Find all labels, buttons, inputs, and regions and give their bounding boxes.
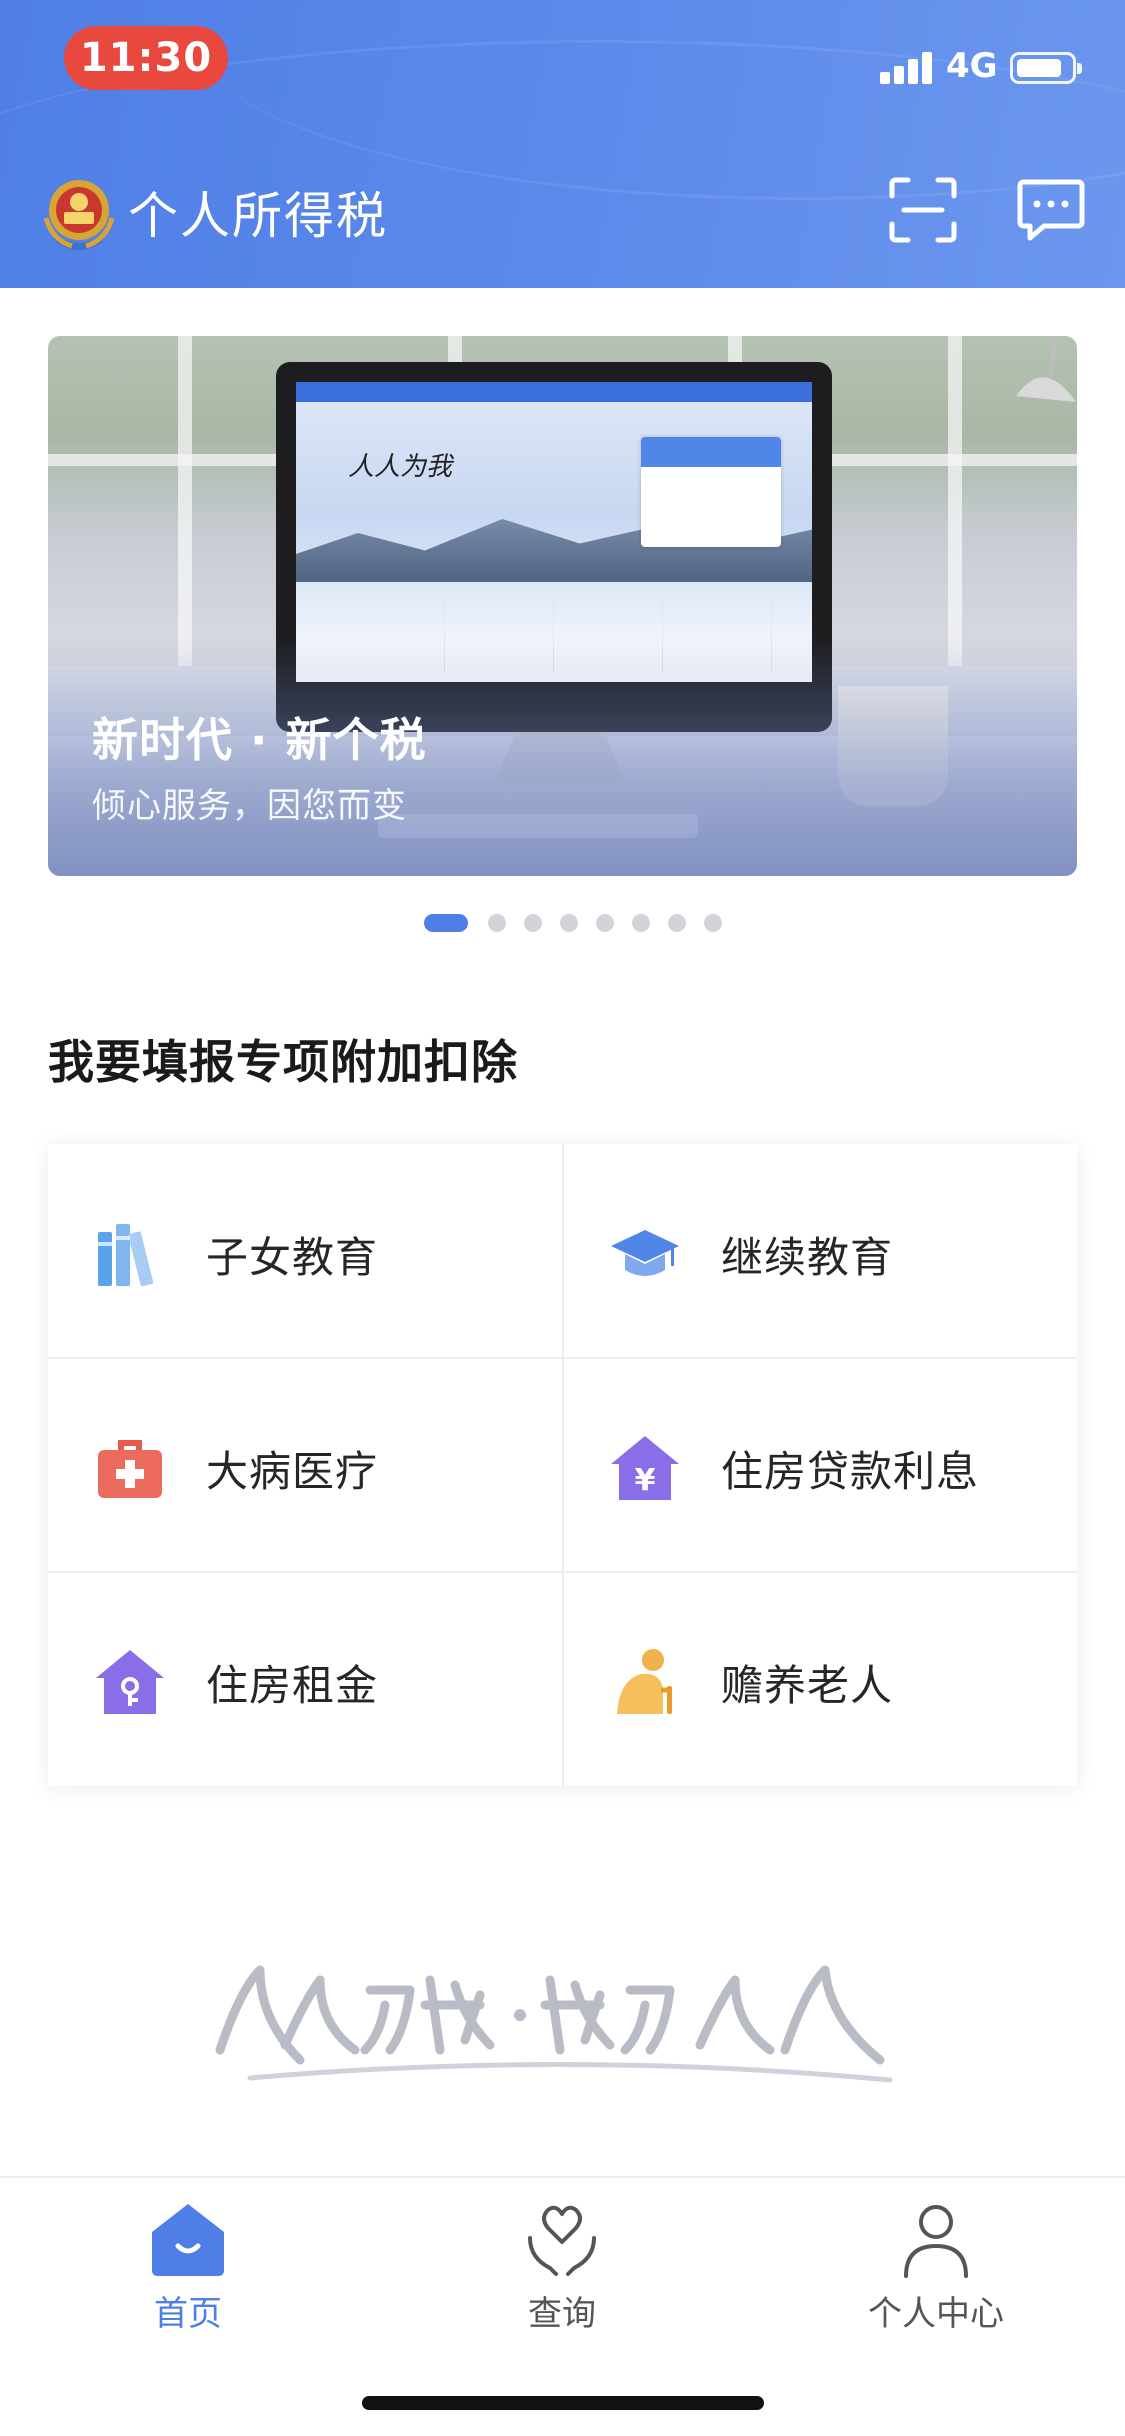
- scan-icon[interactable]: [888, 176, 958, 244]
- deduction-label: 住房贷款利息: [721, 1447, 980, 1496]
- signal-icon: [880, 52, 934, 84]
- deduction-grid: 子女教育 继续教育 大病医疗 ¥ 住房贷款利息 住房租金 赡养老人: [48, 1144, 1077, 1786]
- tab-home[interactable]: 首页: [88, 2202, 288, 2334]
- deduction-continuing-education[interactable]: 继续教育: [563, 1144, 1077, 1358]
- home-icon: [152, 2204, 224, 2276]
- network-type: 4G: [946, 46, 998, 86]
- app-header: 11:30 4G 个人所得税: [0, 0, 1125, 288]
- banner-title: 新时代 · 新个税: [92, 713, 427, 767]
- deduction-label: 子女教育: [206, 1233, 379, 1282]
- slogan-calligraphy: [215, 1965, 893, 2083]
- deduction-housing-rent[interactable]: 住房租金: [48, 1572, 562, 1786]
- deduction-elderly-support[interactable]: 赡养老人: [563, 1572, 1077, 1786]
- deduction-label: 继续教育: [721, 1233, 894, 1282]
- tab-label: 查询: [528, 2294, 596, 2334]
- promo-banner[interactable]: 人人为我 新时代 · 新个税 倾心服务，因您而变: [48, 336, 1077, 876]
- tab-label: 个人中心: [868, 2294, 1004, 2334]
- tab-label: 首页: [154, 2294, 222, 2334]
- status-time: 11:30: [64, 26, 228, 90]
- app-title: 个人所得税: [128, 187, 388, 245]
- section-title: 我要填报专项附加扣除: [48, 1035, 518, 1089]
- person-icon: [904, 2205, 968, 2278]
- tax-emblem-icon: [43, 180, 115, 250]
- deduction-label: 住房租金: [206, 1661, 379, 1710]
- graduation-cap-icon: [611, 1230, 679, 1276]
- deduction-serious-illness[interactable]: 大病医疗: [48, 1358, 562, 1572]
- house-yuan-icon: ¥: [611, 1436, 679, 1500]
- medical-kit-icon: [98, 1440, 162, 1498]
- tab-query[interactable]: 查询: [462, 2202, 662, 2334]
- books-icon: [98, 1224, 154, 1287]
- deduction-label: 赡养老人: [721, 1661, 894, 1710]
- lamp-graphic: [986, 336, 1077, 536]
- deduction-label: 大病医疗: [206, 1447, 379, 1496]
- home-indicator[interactable]: [362, 2396, 764, 2410]
- heart-hands-icon: [528, 2205, 596, 2276]
- tab-profile[interactable]: 个人中心: [836, 2202, 1036, 2334]
- message-icon[interactable]: [1016, 178, 1086, 242]
- battery-icon: [1010, 52, 1082, 84]
- banner-subtitle: 倾心服务，因您而变: [92, 786, 407, 826]
- deduction-housing-loan-interest[interactable]: ¥ 住房贷款利息: [563, 1358, 1077, 1572]
- elderly-icon: [617, 1649, 672, 1714]
- deduction-child-education[interactable]: 子女教育: [48, 1144, 562, 1358]
- svg-text:¥: ¥: [635, 1463, 656, 1498]
- house-key-icon: [96, 1650, 164, 1714]
